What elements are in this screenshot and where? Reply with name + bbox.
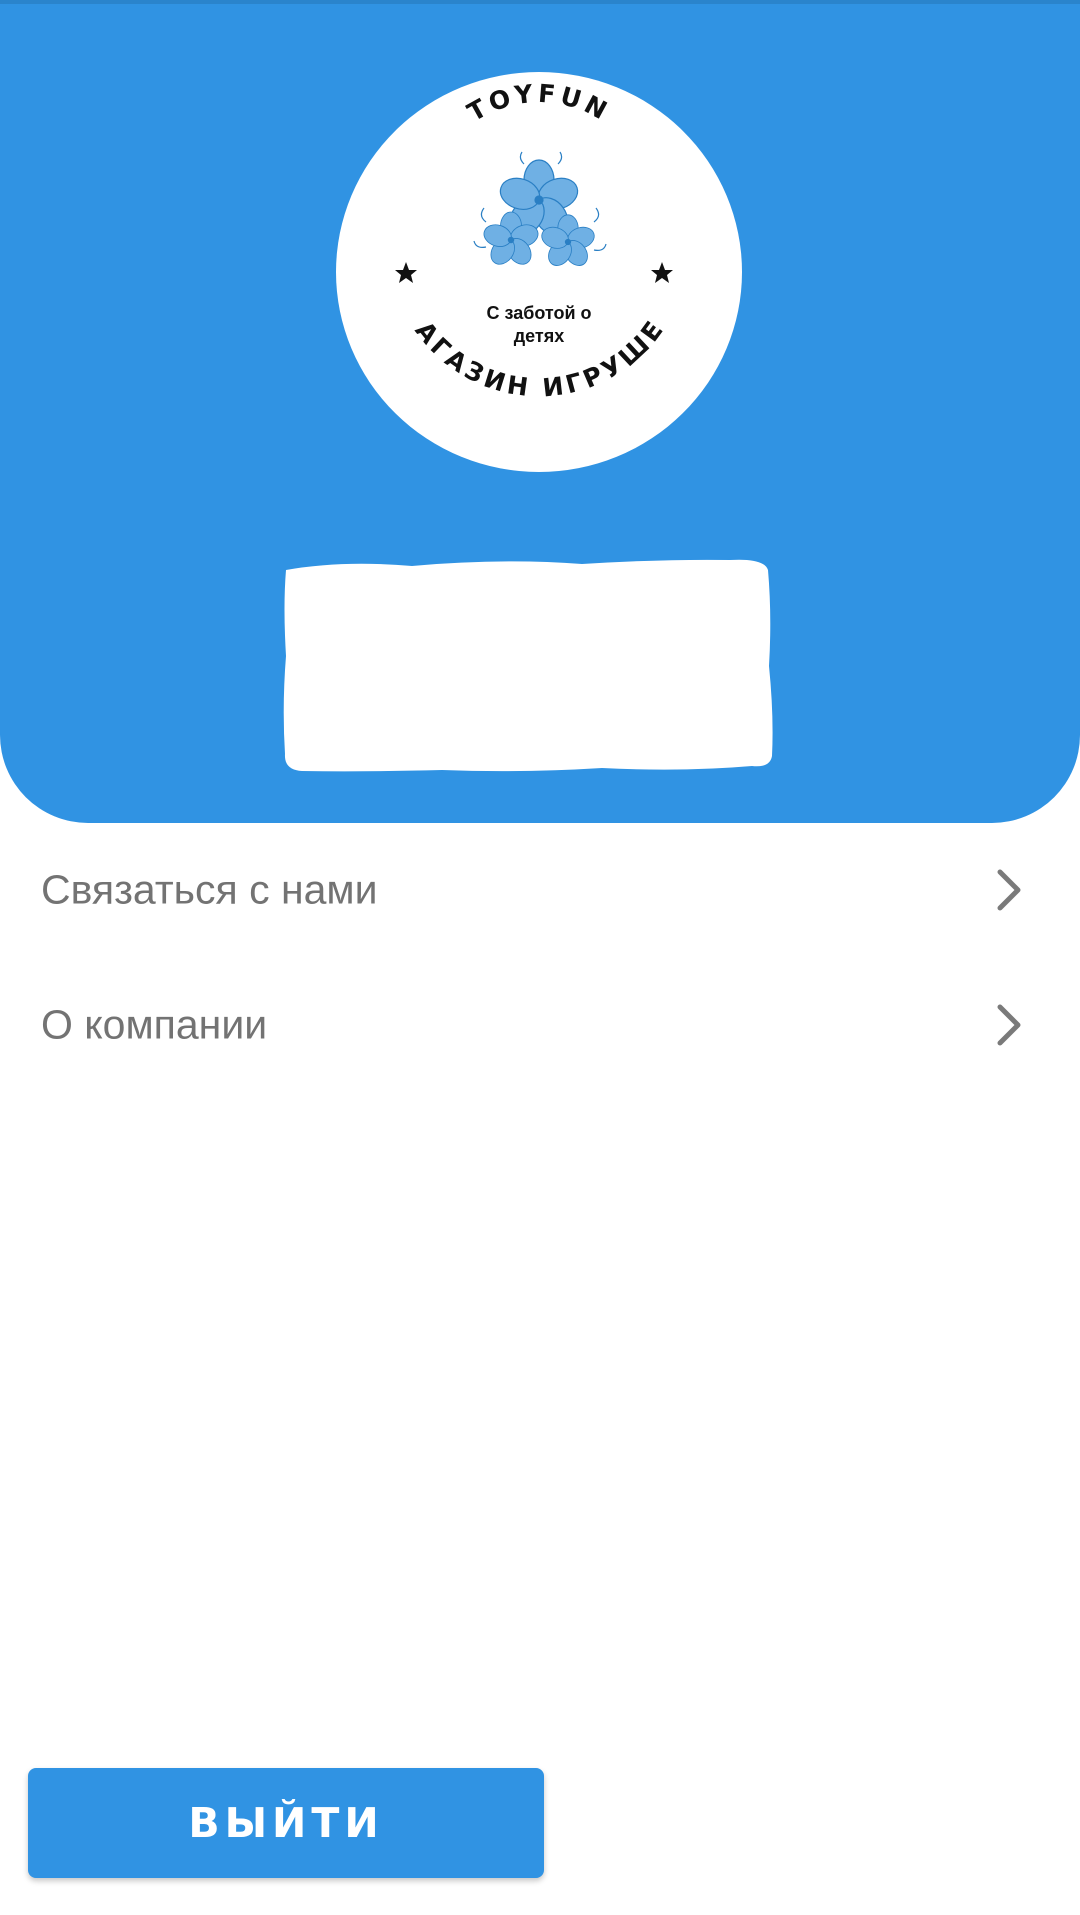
logout-button[interactable]: ВЫЙТИ <box>28 1768 544 1878</box>
logout-button-label: ВЫЙТИ <box>188 1799 384 1847</box>
logo-top-text: TOYFUN <box>463 79 612 127</box>
chevron-right-icon <box>994 868 1024 912</box>
profile-header: TOYFUN МАГАЗИН ИГРУШЕК С заботой о детях <box>0 0 1080 823</box>
star-left-icon <box>395 262 417 283</box>
status-bar-strip <box>0 0 1080 4</box>
svg-text:TOYFUN: TOYFUN <box>463 79 616 127</box>
store-logo: TOYFUN МАГАЗИН ИГРУШЕК С заботой о детях <box>336 72 742 472</box>
profile-info-card <box>282 556 776 774</box>
menu-item-about-company[interactable]: О компании <box>0 965 1080 1085</box>
star-right-icon <box>651 262 673 283</box>
chevron-right-icon <box>994 1003 1024 1047</box>
logo-tagline-line2: детях <box>514 326 565 346</box>
menu-item-label: Связаться с нами <box>41 866 378 913</box>
menu-item-contact-us[interactable]: Связаться с нами <box>0 830 1080 950</box>
menu-item-label: О компании <box>41 1001 268 1048</box>
logo-tagline-line1: С заботой о <box>486 303 591 323</box>
flower-icon <box>473 151 607 266</box>
